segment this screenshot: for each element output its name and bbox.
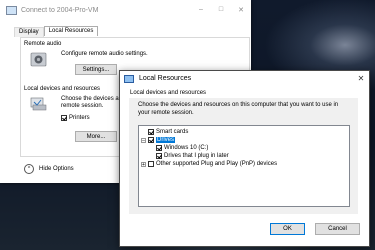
pnp-label: Other supported Plug and Play (PnP) devi… bbox=[156, 161, 278, 167]
chevron-up-icon: ^ bbox=[24, 164, 34, 174]
dialog-title-bar[interactable]: Local Resources ✕ bbox=[120, 71, 369, 86]
tab-local-resources[interactable]: Local Resources bbox=[43, 26, 99, 36]
ok-button[interactable]: OK bbox=[270, 223, 305, 235]
expand-icon[interactable]: + bbox=[141, 161, 146, 167]
hide-options-toggle[interactable]: ^ Hide Options bbox=[24, 164, 74, 174]
printers-label: Printers bbox=[69, 115, 90, 121]
windows-c-label: Windows 10 (C:) bbox=[164, 145, 209, 151]
drives-later-label: Drives that I plug in later bbox=[164, 153, 229, 159]
local-resources-dialog: Local Resources ✕ Local devices and reso… bbox=[119, 70, 370, 247]
tree-item-drives-later[interactable]: Drives that I plug in later bbox=[156, 153, 229, 159]
more-button[interactable]: More... bbox=[75, 131, 117, 142]
rdp-title-bar[interactable]: Connect to 2004-Pro-VM – □ ✕ bbox=[0, 0, 251, 20]
cancel-button[interactable]: Cancel bbox=[315, 223, 360, 235]
drives-checkbox[interactable] bbox=[148, 137, 154, 143]
device-tree: Smart cards – Drives Windows 10 (C:) Dri… bbox=[138, 125, 350, 207]
tree-item-pnp-devices[interactable]: + Other supported Plug and Play (PnP) de… bbox=[141, 161, 277, 167]
dialog-body: Choose the devices and resources on this… bbox=[129, 98, 358, 214]
local-devices-description-2: remote session. bbox=[61, 103, 104, 109]
maximize-icon[interactable]: □ bbox=[211, 6, 231, 14]
local-devices-description-1: Choose the devices and bbox=[61, 96, 126, 102]
remote-desktop-icon bbox=[124, 74, 134, 83]
hide-options-label: Hide Options bbox=[39, 166, 74, 172]
pnp-checkbox[interactable] bbox=[148, 161, 154, 167]
tree-item-drives[interactable]: – Drives bbox=[141, 137, 176, 143]
tree-item-smart-cards[interactable]: Smart cards bbox=[148, 129, 188, 135]
local-devices-heading: Local devices and resources bbox=[24, 86, 101, 92]
dialog-title: Local Resources bbox=[139, 75, 192, 82]
rdp-window-title: Connect to 2004-Pro-VM bbox=[21, 6, 99, 14]
smart-cards-label: Smart cards bbox=[156, 129, 189, 135]
rdp-tabs: Display Local Resources bbox=[14, 26, 99, 37]
printers-option[interactable]: Printers bbox=[61, 115, 90, 121]
drives-label: Drives bbox=[156, 137, 176, 143]
dialog-heading: Local devices and resources bbox=[130, 90, 207, 96]
keyboard-device-icon bbox=[30, 97, 47, 111]
remote-desktop-icon bbox=[6, 5, 17, 15]
tree-item-windows-c[interactable]: Windows 10 (C:) bbox=[156, 145, 208, 151]
remote-audio-heading: Remote audio bbox=[24, 41, 62, 47]
tab-display[interactable]: Display bbox=[14, 27, 44, 37]
audio-settings-button[interactable]: Settings... bbox=[75, 64, 117, 75]
smart-cards-checkbox[interactable] bbox=[148, 129, 154, 135]
close-icon[interactable]: ✕ bbox=[231, 6, 251, 14]
speaker-icon bbox=[30, 52, 47, 67]
minimize-icon[interactable]: – bbox=[191, 6, 211, 14]
collapse-icon[interactable]: – bbox=[141, 137, 146, 143]
window-controls: – □ ✕ bbox=[191, 6, 251, 14]
windows-c-checkbox[interactable] bbox=[156, 145, 162, 151]
dialog-description: Choose the devices and resources on this… bbox=[138, 102, 339, 116]
remote-audio-description: Configure remote audio settings. bbox=[61, 51, 148, 57]
printers-checkbox[interactable] bbox=[61, 115, 67, 121]
drives-later-checkbox[interactable] bbox=[156, 153, 162, 159]
close-icon[interactable]: ✕ bbox=[353, 74, 369, 83]
